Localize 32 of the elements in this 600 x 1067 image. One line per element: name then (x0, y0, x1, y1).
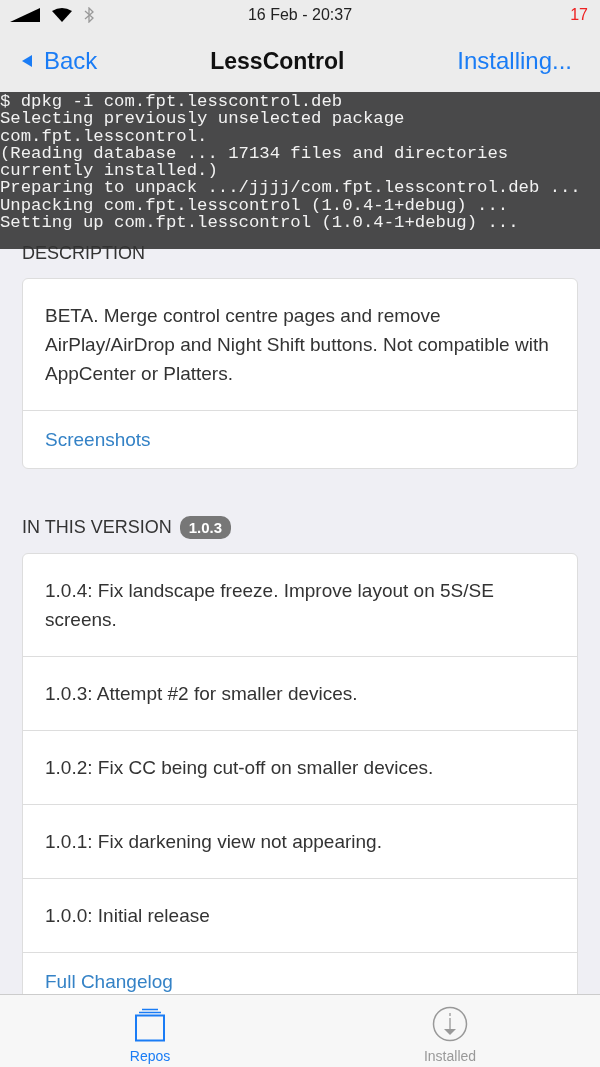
wifi-icon (52, 8, 72, 22)
installing-button[interactable]: Installing... (457, 47, 572, 75)
changelog-entry: 1.0.3: Attempt #2 for smaller devices. (45, 683, 358, 704)
section-heading: IN THIS VERSION (22, 517, 172, 538)
section-heading: DESCRIPTION (22, 243, 146, 264)
tab[interactable]: Repos (0, 995, 300, 1067)
full-changelog-link[interactable]: Full Changelog (45, 971, 173, 992)
changelog-entry: 1.0.1: Fix darkening view not appearing. (45, 831, 382, 852)
console-line: (Reading database ... 17134 files and directories (0, 144, 509, 163)
console-line: currently installed.) (0, 162, 218, 180)
changelog-entry: 1.0.0: Initial release (45, 905, 210, 926)
screenshots-link[interactable]: Screenshots (45, 429, 151, 450)
console-line: Selecting previously unselected package (0, 110, 405, 128)
status-time: 16 Feb - 20:37 (247, 6, 353, 24)
signal-icon (10, 8, 40, 22)
console-line: Setting up com.fpt.lesscontrol (1.0.4-1+debug) ... (0, 214, 519, 232)
console-line: Unpacking com.fpt.lesscontrol (1.0.4-1+debug) ... (0, 196, 509, 215)
changelog-entry: 1.0.4: Fix landscape freeze. Improve layout on 5S/SE screens. (45, 580, 494, 630)
console-line: com.fpt.lesscontrol. (0, 127, 208, 145)
stack-icon (134, 1008, 166, 1042)
notification-count: 17 (570, 6, 588, 24)
bluetooth-icon (84, 7, 94, 23)
console-line: $ dpkg -i com.fpt.lesscontrol.deb (0, 93, 343, 111)
download-icon (432, 1006, 468, 1042)
changelog-entry: 1.0.2: Fix CC being cut-off on smaller devices. (45, 757, 434, 778)
description-text: BETA. Merge control centre pages and remove AirPlay/AirDrop and Night Shift buttons. Not compatible with AppCenter or Platters. (45, 305, 549, 384)
back-button[interactable]: Back (22, 47, 98, 75)
version-badge: 1.0.3 (179, 516, 232, 539)
tab[interactable]: Installed (300, 995, 600, 1067)
console-line: Preparing to unpack .../jjjj/com.fpt.lesscontrol.deb ... (0, 179, 581, 197)
back-arrow-icon (22, 55, 32, 67)
nav-title: LessControl (210, 47, 345, 75)
